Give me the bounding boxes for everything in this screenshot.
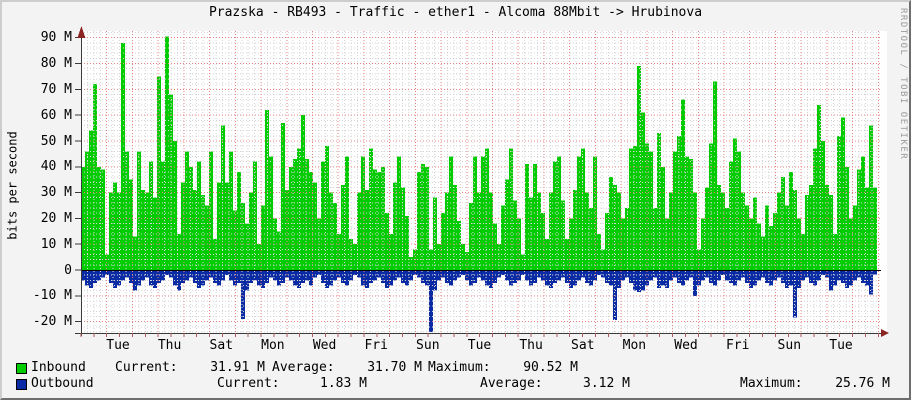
legend-row-inbound: Inbound Current: 31.91 M Average: 31.70 M Max…: [2, 360, 909, 376]
x-tick-label: Wed: [312, 338, 337, 353]
x-tick-label: Tue: [106, 338, 130, 353]
legend-series-name: Inbound: [31, 360, 86, 375]
legend-series-name: Outbound: [31, 376, 94, 391]
legend-stat-value: 31.70 M: [367, 360, 422, 375]
y-tick-label: 0: [64, 262, 72, 278]
y-tick-label: -20 M: [32, 314, 72, 330]
legend-stat-value: 1.83 M: [320, 376, 367, 391]
x-tick-label: Sun: [777, 338, 802, 353]
inbound-swatch-icon: [16, 363, 27, 374]
x-tick-label: Thu: [157, 338, 182, 353]
y-tick-label: 50 M: [40, 133, 72, 149]
y-tick-label: 90 M: [40, 30, 72, 46]
y-tick-label: 20 M: [40, 210, 72, 226]
x-tick-label: Mon: [261, 338, 285, 353]
x-tick-label: Mon: [622, 338, 647, 353]
y-tick-label: 30 M: [40, 185, 72, 201]
x-tick-label: Fri: [725, 338, 750, 353]
plot-area: [75, 26, 889, 337]
x-tick-label: Fri: [364, 338, 388, 353]
x-tick-label: Thu: [519, 338, 543, 353]
x-tick-label: Sun: [416, 338, 440, 353]
x-tick-label: Sat: [571, 338, 595, 353]
y-tick-label: -10 M: [32, 288, 72, 304]
legend-stat-value: 3.12 M: [583, 376, 630, 391]
legend-row-outbound: Outbound Current: 1.83 M Average: 3.12 M Maxi…: [2, 376, 909, 392]
rrdtool-traffic-graph: Prazska - RB493 - Traffic - ether1 - Alc…: [0, 0, 911, 400]
rrdtool-watermark: RRDTOOL / TOBI OETIKER: [898, 8, 908, 161]
y-tick-label: 40 M: [40, 159, 72, 175]
y-tick-label: 60 M: [40, 107, 72, 123]
outbound-swatch-icon: [16, 379, 27, 390]
x-tick-label: Sat: [209, 338, 234, 353]
y-tick-label: 70 M: [40, 81, 72, 97]
x-tick-label: Wed: [674, 338, 698, 353]
x-tick-label: Tue: [467, 338, 492, 353]
legend-stat-value: 31.91 M: [210, 360, 265, 375]
y-tick-label: 10 M: [40, 236, 72, 252]
legend-stat-value: 90.52 M: [523, 360, 578, 375]
legend-stat-value: 25.76 M: [835, 376, 890, 391]
x-tick-label: Tue: [829, 338, 853, 353]
y-tick-label: 80 M: [40, 56, 72, 72]
